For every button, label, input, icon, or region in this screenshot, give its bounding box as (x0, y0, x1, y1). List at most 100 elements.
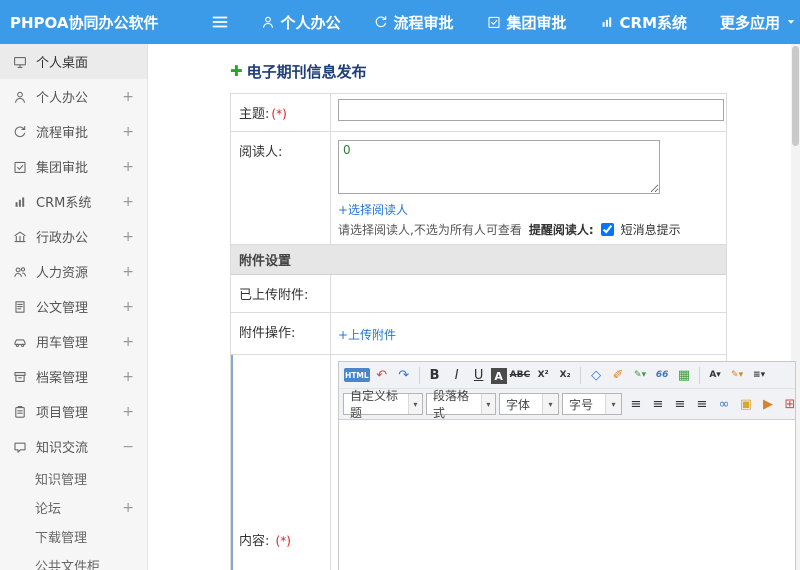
scrollbar-thumb[interactable] (792, 46, 799, 146)
sidebar-item-human-resources[interactable]: 人力资源 + (0, 254, 147, 289)
attachment-operation-label: 附件操作: (231, 313, 331, 354)
redo-button[interactable]: ↷ (394, 365, 414, 385)
expand-icon[interactable]: + (122, 501, 134, 515)
sidebar-item-label: 知识交流 (36, 441, 89, 456)
content-row: 内容: (*) HTML ↶ ↷ B I U A ABC X² X₂ ◇ ✐ ✎▾ 66 ▦ A▾ ✎▾ ≡▾ 自… (231, 355, 796, 570)
sidebar-item-personal-office[interactable]: 个人办公 + (0, 79, 147, 114)
expand-icon[interactable]: + (122, 195, 134, 209)
font-size-select[interactable]: 字号 ▾ (562, 393, 622, 415)
readers-hint: 请选择阅读人,不选为所有人可查看 (338, 223, 522, 237)
sidebar-subitem-knowledge-management[interactable]: 知识管理 (0, 464, 147, 493)
subscript-button[interactable]: X₂ (555, 365, 575, 385)
subject-label: 主题: (*) (231, 94, 331, 131)
required-mark: (*) (271, 107, 287, 121)
heading-style-select[interactable]: 自定义标题 ▾ (343, 389, 423, 419)
align-left-button[interactable]: ≡ (626, 394, 646, 414)
sidebar-item-vehicle-management[interactable]: 用车管理 + (0, 324, 147, 359)
expand-icon[interactable]: + (122, 160, 134, 174)
expand-icon[interactable]: + (122, 335, 134, 349)
readers-hint-line: 请选择阅读人,不选为所有人可查看 提醒阅读人: 短消息提示 (338, 221, 719, 238)
sidebar-subitem-public-file-cabinet[interactable]: 公共文件柜 (0, 551, 147, 570)
select-value: 字体 (506, 397, 531, 412)
content-label: 内容: (*) (231, 355, 331, 570)
expand-icon[interactable]: + (122, 90, 134, 104)
font-family-select[interactable]: 字体 ▾ (499, 393, 559, 415)
fullscreen-button[interactable]: ⊞ (780, 394, 795, 414)
sidebar-item-label: 人力资源 (36, 266, 89, 281)
sidebar-item-knowledge-exchange[interactable]: 知识交流 − (0, 429, 147, 464)
nav-personal-office[interactable]: 个人办公 (261, 12, 341, 33)
italic-button[interactable]: I (447, 365, 467, 385)
readers-textarea[interactable]: 0 (338, 140, 660, 194)
sidebar-item-document-management[interactable]: 公文管理 + (0, 289, 147, 324)
sidebar-subitem-forum[interactable]: 论坛 + (0, 493, 147, 522)
align-justify-button[interactable]: ≡ (692, 394, 712, 414)
sidebar-subitem-download-management[interactable]: 下载管理 (0, 522, 147, 551)
expand-icon[interactable]: + (122, 230, 134, 244)
upload-attachment-link[interactable]: +上传附件 (338, 326, 396, 343)
publish-form: 主题: (*) 阅读人: 0 +选择阅读人 请选择阅读人,不选为所有人可查看 提醒… (230, 93, 796, 570)
sidebar-item-label: CRM系统 (36, 196, 92, 211)
nav-more-apps[interactable]: 更多应用 (720, 12, 796, 33)
sms-notify-checkbox[interactable] (600, 223, 614, 236)
process-cycle-icon (13, 125, 27, 139)
nav-workflow-approval[interactable]: 流程审批 (374, 12, 454, 33)
sidebar-item-admin-office[interactable]: 行政办公 + (0, 219, 147, 254)
expand-icon[interactable]: + (122, 125, 134, 139)
media-button[interactable]: ▶ (758, 394, 778, 414)
text-color-button[interactable]: A▾ (705, 365, 725, 385)
select-readers-link[interactable]: +选择阅读人 (338, 201, 719, 218)
sidebar-item-personal-desktop[interactable]: 个人桌面 (0, 44, 147, 79)
remove-format-button[interactable]: ◇ (586, 365, 606, 385)
font-color-button[interactable]: A (490, 368, 507, 384)
bold-button[interactable]: B (425, 365, 445, 385)
subject-input[interactable] (338, 99, 724, 121)
highlight-color-button[interactable]: ✎▾ (727, 365, 747, 385)
superscript-button[interactable]: X² (533, 365, 553, 385)
sidebar-item-label: 行政办公 (36, 231, 89, 246)
sidebar-item-group-approval[interactable]: 集团审批 + (0, 149, 147, 184)
editor-toolbar-row2: 自定义标题 ▾ 段落格式 ▾ 字体 ▾ 字号 ▾ ≡ ≡ ≡ ≡ ∞ ▣ ▶ ⊞ (339, 389, 795, 420)
sidebar-item-project-management[interactable]: 项目管理 + (0, 394, 147, 429)
uploaded-attachments-row: 已上传附件: (231, 275, 726, 313)
expand-icon[interactable]: + (122, 300, 134, 314)
nav-label: 更多应用 (720, 13, 781, 32)
nav-group-approval[interactable]: 集团审批 (487, 12, 567, 33)
expand-icon[interactable]: + (122, 265, 134, 279)
document-icon (13, 300, 27, 314)
collapse-icon[interactable]: − (122, 440, 134, 454)
link-button[interactable]: ∞ (714, 394, 734, 414)
expand-icon[interactable]: + (122, 405, 134, 419)
underline-button[interactable]: U (469, 365, 489, 385)
process-cycle-icon (374, 15, 388, 29)
select-value: 段落格式 (433, 389, 470, 420)
undo-button[interactable]: ↶ (372, 365, 392, 385)
align-right-button[interactable]: ≡ (670, 394, 690, 414)
uploaded-attachments-value (331, 275, 726, 312)
image-button[interactable]: ▣ (736, 394, 756, 414)
sidebar-item-crm-system[interactable]: CRM系统 + (0, 184, 147, 219)
car-icon (13, 335, 27, 349)
menu-toggle-button[interactable] (211, 13, 229, 31)
fill-color-button[interactable]: ✎▾ (630, 365, 650, 385)
nav-label: 集团审批 (506, 13, 567, 32)
chevron-down-icon: ▾ (407, 394, 422, 414)
source-code-button[interactable]: HTML (344, 368, 370, 382)
edit-square-icon (487, 15, 501, 29)
table-button[interactable]: ▦ (674, 365, 694, 385)
format-painter-button[interactable]: ✐ (608, 365, 628, 385)
expand-icon[interactable]: + (122, 370, 134, 384)
top-header: PHPOA协同办公软件 个人办公 流程审批 集团审批 CRM系统 更多应用 (0, 0, 800, 44)
blockquote-button[interactable]: 66 (652, 365, 672, 385)
strikethrough-button[interactable]: ABC (509, 365, 531, 385)
paragraph-format-select[interactable]: 段落格式 ▾ (426, 389, 496, 419)
align-center-button[interactable]: ≡ (648, 394, 668, 414)
editor-content-area[interactable] (339, 420, 795, 570)
sidebar-item-archive-management[interactable]: 档案管理 + (0, 359, 147, 394)
app-logo[interactable]: PHPOA协同办公软件 (0, 12, 159, 33)
nav-crm-system[interactable]: CRM系统 (600, 12, 687, 33)
toolbar-separator (418, 366, 420, 384)
attachment-section-title: 附件设置 (239, 254, 292, 269)
list-button[interactable]: ≡▾ (749, 365, 769, 385)
sidebar-item-workflow-approval[interactable]: 流程审批 + (0, 114, 147, 149)
